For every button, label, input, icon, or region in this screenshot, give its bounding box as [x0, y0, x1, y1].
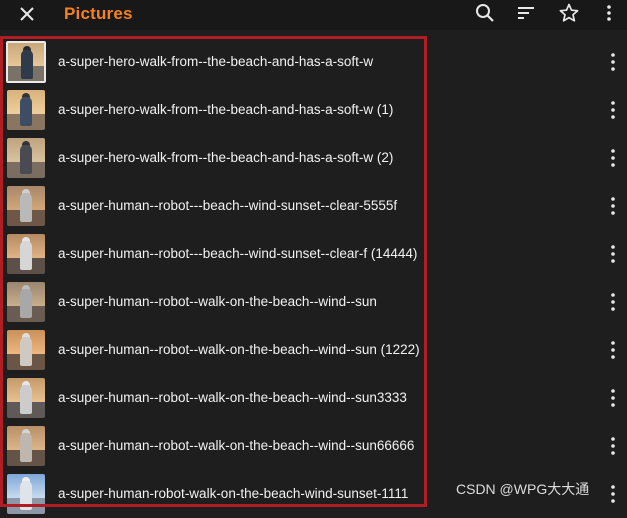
- search-icon[interactable]: [474, 2, 496, 24]
- more-vertical-icon[interactable]: [606, 195, 620, 217]
- file-name: a-super-hero-walk-from--the-beach-and-ha…: [58, 102, 394, 117]
- file-name: a-super-human--robot--walk-on-the-beach-…: [58, 390, 407, 405]
- more-vertical-icon[interactable]: [606, 99, 620, 121]
- list-item[interactable]: a-super-human--robot--walk-on-the-beach-…: [0, 374, 627, 422]
- file-list: a-super-hero-walk-from--the-beach-and-ha…: [0, 38, 627, 518]
- image-thumbnail: [7, 138, 45, 178]
- more-vertical-icon[interactable]: [606, 51, 620, 73]
- more-vertical-icon[interactable]: [606, 243, 620, 265]
- file-name: a-super-human--robot--walk-on-the-beach-…: [58, 294, 377, 309]
- image-thumbnail: [7, 378, 45, 418]
- list-item[interactable]: a-super-hero-walk-from--the-beach-and-ha…: [0, 134, 627, 182]
- image-thumbnail: [7, 186, 45, 226]
- list-item[interactable]: a-super-human--robot--walk-on-the-beach-…: [0, 326, 627, 374]
- list-item[interactable]: a-super-human--robot---beach--wind-sunse…: [0, 182, 627, 230]
- file-name: a-super-human--robot--walk-on-the-beach-…: [58, 342, 420, 357]
- list-item[interactable]: a-super-hero-walk-from--the-beach-and-ha…: [0, 38, 627, 86]
- file-name: a-super-hero-walk-from--the-beach-and-ha…: [58, 54, 374, 69]
- list-item[interactable]: a-super-human--robot--walk-on-the-beach-…: [0, 422, 627, 470]
- image-thumbnail: [7, 426, 45, 466]
- image-thumbnail: [7, 90, 45, 130]
- more-vertical-icon[interactable]: [606, 147, 620, 169]
- image-thumbnail: [7, 474, 45, 514]
- sort-icon[interactable]: [515, 2, 537, 24]
- star-icon[interactable]: [558, 2, 580, 24]
- file-name: a-super-human--robot---beach--wind-sunse…: [58, 198, 398, 213]
- list-item[interactable]: a-super-hero-walk-from--the-beach-and-ha…: [0, 86, 627, 134]
- more-vertical-icon[interactable]: [606, 387, 620, 409]
- watermark: CSDN @WPG大大通: [456, 481, 590, 497]
- app-bar: Pictures: [0, 0, 627, 30]
- more-vertical-icon[interactable]: [598, 2, 620, 24]
- more-vertical-icon[interactable]: [606, 435, 620, 457]
- image-thumbnail: [7, 330, 45, 370]
- close-icon[interactable]: [16, 3, 38, 25]
- image-thumbnail: [7, 234, 45, 274]
- file-name: a-super-human--robot--walk-on-the-beach-…: [58, 438, 415, 453]
- file-name: a-super-hero-walk-from--the-beach-and-ha…: [58, 150, 394, 165]
- page-title: Pictures: [64, 4, 133, 23]
- more-vertical-icon[interactable]: [606, 291, 620, 313]
- more-vertical-icon[interactable]: [606, 339, 620, 361]
- image-thumbnail: [7, 282, 45, 322]
- image-thumbnail: [6, 41, 46, 83]
- file-name: a-super-human--robot---beach--wind-sunse…: [58, 246, 418, 261]
- file-name: a-super-human-robot-walk-on-the-beach-wi…: [58, 486, 409, 501]
- list-item[interactable]: a-super-human--robot---beach--wind-sunse…: [0, 230, 627, 278]
- more-vertical-icon[interactable]: [606, 483, 620, 505]
- list-item[interactable]: a-super-human--robot--walk-on-the-beach-…: [0, 278, 627, 326]
